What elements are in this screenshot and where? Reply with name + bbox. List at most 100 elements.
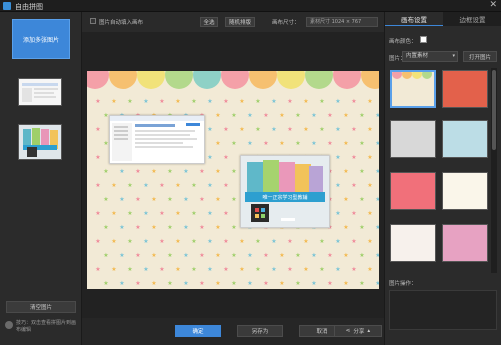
svg-text:★: ★ <box>191 238 196 245</box>
background-thumbnail[interactable] <box>390 224 436 262</box>
random-layout-button[interactable]: 随机排版 <box>225 17 255 27</box>
svg-text:★: ★ <box>303 126 308 133</box>
svg-text:★: ★ <box>343 140 348 147</box>
svg-text:★: ★ <box>327 280 332 287</box>
svg-text:★: ★ <box>135 196 140 203</box>
canvas-photo-screenshot[interactable] <box>109 115 205 164</box>
background-thumbnail[interactable] <box>442 70 488 108</box>
background-thumbnail[interactable] <box>442 172 488 210</box>
background-thumbnail[interactable] <box>390 69 436 108</box>
svg-text:★: ★ <box>367 126 372 133</box>
svg-text:★: ★ <box>327 252 332 259</box>
background-thumbnail[interactable] <box>390 172 436 210</box>
svg-text:★: ★ <box>335 98 340 105</box>
svg-text:★: ★ <box>287 238 292 245</box>
window-title: 自由拼图 <box>15 3 43 11</box>
photo-thumbnail[interactable] <box>18 78 62 106</box>
svg-text:★: ★ <box>359 224 364 231</box>
svg-text:★: ★ <box>223 98 228 105</box>
canvas-color-swatch[interactable] <box>420 36 427 43</box>
share-button[interactable]: ⋖ 分享 ▴ <box>334 325 382 337</box>
tab-border-settings[interactable]: 边框设置 <box>443 12 501 26</box>
background-thumbnail[interactable] <box>390 120 436 158</box>
svg-text:★: ★ <box>351 182 356 189</box>
open-picture-button[interactable]: 打开图片 <box>463 51 497 62</box>
svg-text:★: ★ <box>103 196 108 203</box>
svg-text:★: ★ <box>135 168 140 175</box>
svg-text:★: ★ <box>231 196 236 203</box>
svg-text:★: ★ <box>143 182 148 189</box>
auto-fill-checkbox[interactable] <box>90 18 96 24</box>
select-all-button[interactable]: 全选 <box>200 17 218 27</box>
background-thumbnail[interactable] <box>442 224 488 262</box>
svg-text:★: ★ <box>367 210 372 217</box>
svg-text:★: ★ <box>335 266 340 273</box>
svg-text:★: ★ <box>183 280 188 287</box>
svg-text:★: ★ <box>215 224 220 231</box>
save-as-button[interactable]: 另存为 <box>237 325 283 337</box>
svg-text:★: ★ <box>335 182 340 189</box>
collage-canvas[interactable]: ★ ★ ★ ★ ★ ★ ★ ★ ★ ★ ★ ★ ★ ★ ★ ★ ★ ★ ★ ★ ★ ★ ★ ★ ★ ★ ★ ★ ★ ★ ★ ★ ★ ★ ★ ★ ★ ★ ★ ★… <box>87 71 379 289</box>
svg-text:★: ★ <box>143 210 148 217</box>
svg-text:★: ★ <box>359 196 364 203</box>
svg-text:★: ★ <box>295 280 300 287</box>
app-icon <box>3 2 11 10</box>
caret-up-icon: ▴ <box>367 328 371 334</box>
clear-images-button[interactable]: 清空图片 <box>6 301 76 313</box>
auto-fill-label: 图片自动填入画布 <box>99 20 144 26</box>
confirm-button[interactable]: 确定 <box>175 325 221 337</box>
svg-text:★: ★ <box>215 168 220 175</box>
background-thumbnail[interactable] <box>442 120 488 158</box>
svg-text:★: ★ <box>367 154 372 161</box>
svg-text:★: ★ <box>231 112 236 119</box>
svg-text:★: ★ <box>343 168 348 175</box>
svg-text:★: ★ <box>199 224 204 231</box>
background-gallery <box>388 68 490 268</box>
svg-text:★: ★ <box>175 266 180 273</box>
svg-text:★: ★ <box>295 140 300 147</box>
svg-text:★: ★ <box>287 126 292 133</box>
svg-text:★: ★ <box>111 98 116 105</box>
svg-text:★: ★ <box>199 168 204 175</box>
canvas-size-select[interactable]: 素材尺寸 1024 × 767 <box>306 17 378 27</box>
svg-text:★: ★ <box>199 252 204 259</box>
svg-text:★: ★ <box>231 224 236 231</box>
svg-text:★: ★ <box>207 98 212 105</box>
svg-text:★: ★ <box>239 238 244 245</box>
close-icon[interactable]: ✕ <box>489 0 497 10</box>
canvas-color-label: 画布颜色： <box>389 39 417 45</box>
add-images-button[interactable]: 添加多张图片 <box>12 19 70 59</box>
svg-text:★: ★ <box>119 280 124 287</box>
chevron-down-icon: ▾ <box>452 53 455 59</box>
svg-text:★: ★ <box>223 210 228 217</box>
svg-text:★: ★ <box>175 182 180 189</box>
svg-text:★: ★ <box>127 210 132 217</box>
svg-text:★: ★ <box>167 224 172 231</box>
picture-source-select[interactable]: 内置素材 ▾ <box>402 51 458 62</box>
svg-text:★: ★ <box>351 154 356 161</box>
svg-text:★: ★ <box>151 252 156 259</box>
title-bar: 自由拼图 ✕ <box>0 0 501 12</box>
svg-text:★: ★ <box>263 112 268 119</box>
svg-text:★: ★ <box>207 210 212 217</box>
svg-text:★: ★ <box>159 266 164 273</box>
svg-text:★: ★ <box>239 98 244 105</box>
tab-canvas-settings[interactable]: 画布设置 <box>385 12 443 26</box>
photo-thumbnail[interactable] <box>18 124 62 160</box>
svg-text:★: ★ <box>143 266 148 273</box>
svg-text:★: ★ <box>351 126 356 133</box>
scrollbar-thumb[interactable] <box>492 70 496 150</box>
canvas-size-label: 画布尺寸： <box>272 20 300 26</box>
svg-text:★: ★ <box>175 210 180 217</box>
svg-text:★: ★ <box>375 196 379 203</box>
svg-text:★: ★ <box>359 252 364 259</box>
svg-text:★: ★ <box>103 168 108 175</box>
svg-text:★: ★ <box>279 140 284 147</box>
svg-text:★: ★ <box>175 238 180 245</box>
canvas-photo-books[interactable]: 唯一正宗学习型教辅 <box>240 155 330 228</box>
gallery-scrollbar[interactable] <box>491 68 497 273</box>
svg-text:★: ★ <box>103 252 108 259</box>
svg-text:★: ★ <box>159 98 164 105</box>
svg-text:★: ★ <box>351 98 356 105</box>
svg-text:★: ★ <box>247 252 252 259</box>
